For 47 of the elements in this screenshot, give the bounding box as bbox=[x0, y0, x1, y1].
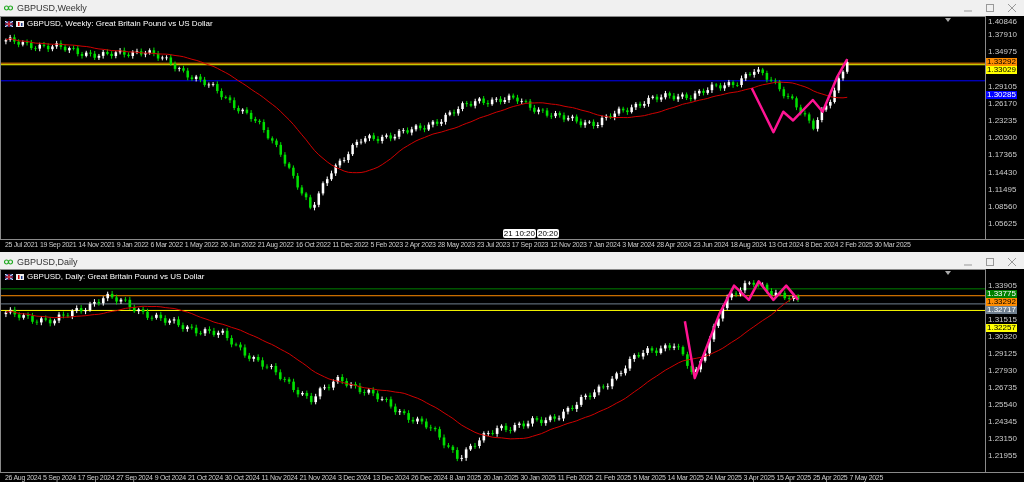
price-tag: 1.33029 bbox=[986, 66, 1017, 75]
price-label: 1.08560 bbox=[988, 202, 1017, 211]
crosshair-label: 20:20 bbox=[536, 229, 559, 238]
price-label: 1.25540 bbox=[988, 401, 1017, 409]
window-title: GBPUSD,Daily bbox=[17, 256, 78, 267]
price-tag: 1.33292 bbox=[986, 298, 1017, 306]
price-tag: 1.32257 bbox=[986, 324, 1017, 332]
price-label: 1.11495 bbox=[988, 185, 1017, 194]
price-tag: 1.30285 bbox=[986, 90, 1017, 99]
price-label: 1.31515 bbox=[988, 316, 1017, 324]
chart-type-icon bbox=[16, 273, 24, 280]
shift-marker-icon[interactable] bbox=[945, 271, 951, 275]
chart-type-icon bbox=[16, 20, 24, 27]
window-title: GBPUSD,Weekly bbox=[17, 3, 87, 13]
price-label: 1.30320 bbox=[988, 333, 1017, 341]
price-label: 1.20300 bbox=[988, 134, 1017, 143]
price-label: 1.23235 bbox=[988, 117, 1017, 125]
flag-icon bbox=[5, 20, 13, 27]
price-label: 1.23150 bbox=[988, 435, 1017, 443]
price-label: 1.27930 bbox=[988, 367, 1017, 375]
loop-icon bbox=[4, 258, 13, 265]
price-label: 1.05625 bbox=[988, 220, 1017, 229]
price-tag: 1.33775 bbox=[986, 290, 1017, 298]
crosshair-label: 21 10:20 bbox=[502, 229, 536, 238]
price-label: 1.33905 bbox=[988, 282, 1017, 290]
price-label: 1.21955 bbox=[988, 452, 1017, 460]
price-label: 1.17365 bbox=[988, 151, 1017, 160]
price-label: 1.34975 bbox=[988, 48, 1017, 57]
price-label: 1.29105 bbox=[988, 82, 1017, 91]
chart-symbol-label: GBPUSD, Weekly: Great Britain Pound vs US Dollar bbox=[27, 19, 213, 28]
flag-icon bbox=[5, 273, 13, 280]
price-label: 1.26735 bbox=[988, 384, 1017, 392]
price-label: 1.26170 bbox=[988, 99, 1017, 108]
price-label: 1.40846 bbox=[988, 18, 1017, 26]
price-label: 1.14430 bbox=[988, 168, 1017, 177]
close-button[interactable] bbox=[1008, 4, 1016, 12]
chart-symbol-label: GBPUSD, Daily: Great Britain Pound vs US Dollar bbox=[27, 272, 205, 281]
price-label: 1.29125 bbox=[988, 350, 1017, 358]
price-label: 1.37910 bbox=[988, 31, 1017, 40]
maximize-button[interactable] bbox=[986, 257, 994, 266]
loop-icon bbox=[4, 5, 13, 11]
price-tag: 1.32717 bbox=[986, 306, 1017, 314]
price-label: 1.24345 bbox=[988, 418, 1017, 426]
shift-marker-icon[interactable] bbox=[945, 18, 951, 22]
close-button[interactable] bbox=[1008, 257, 1016, 266]
price-tag: 1.33292 bbox=[986, 58, 1017, 67]
maximize-button[interactable] bbox=[986, 4, 994, 12]
